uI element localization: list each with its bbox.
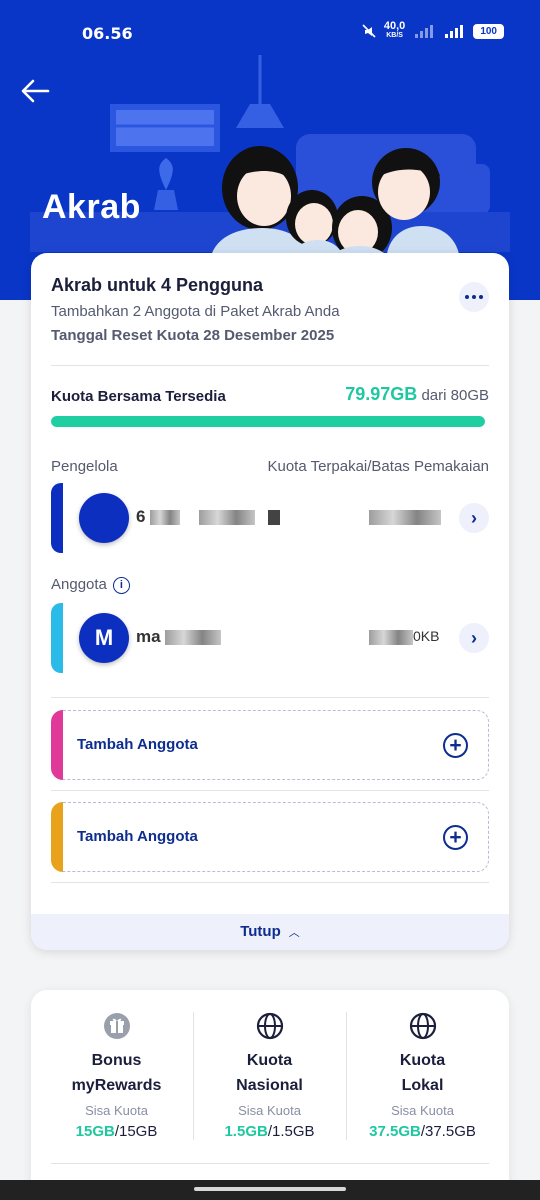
quota-item-title: Kuota Lokal [346,1048,499,1098]
member-row[interactable]: M ma 0KB › [51,603,489,673]
redacted-text [369,509,441,525]
member-usage: 0KB [369,628,439,645]
shared-quota-progress [51,416,485,427]
shared-quota-progress-fill [51,416,485,427]
divider [51,1163,489,1164]
info-icon[interactable]: i [112,576,130,594]
redacted-text [198,510,255,526]
avatar [79,493,129,543]
quota-remaining: 37.5GB [369,1123,421,1140]
quota-item-local[interactable]: Kuota Lokal Sisa Kuota 37.5GB/37.5GB [346,1012,499,1140]
quota-breakdown-card: Bonus myRewards Sisa Kuota 15GB/15GB Kuo… [31,990,509,1200]
mute-icon [362,24,376,38]
globe-icon [409,1012,436,1040]
plan-title: Akrab untuk 4 Pengguna [51,275,264,295]
add-member-label: Tambah Anggota [77,736,198,753]
quota-item-title-line2: Lokal [401,1077,444,1094]
more-options-button[interactable] [459,282,489,312]
system-navigation-bar [0,1180,540,1200]
quota-total: /37.5GB [420,1123,476,1140]
collapse-label: Tutup [240,923,281,940]
quota-item-value: 1.5GB/1.5GB [193,1123,346,1140]
member-name: ma [136,627,222,647]
battery-indicator: 100 [473,23,504,39]
member-accent-bar [51,603,63,673]
divider [51,790,489,791]
quota-item-sub: Sisa Kuota [391,1103,454,1118]
network-speed: 40,0 KB/S [384,21,405,40]
divider [51,697,489,698]
manager-phone-number: 6 [136,507,280,527]
plan-subtitle: Tambahkan 2 Anggota di Paket Akrab Anda [51,303,340,320]
quota-item-title-line1: Kuota [399,1052,446,1069]
quota-item-title-line1: Kuota [246,1052,293,1069]
quota-total: /1.5GB [267,1123,315,1140]
member-name-visible-prefix: ma [136,627,161,646]
back-arrow-icon[interactable] [20,78,52,104]
quota-item-title-line2: myRewards [71,1077,162,1094]
network-speed-unit: KB/S [386,32,403,39]
quota-item-national[interactable]: Kuota Nasional Sisa Kuota 1.5GB/1.5GB [193,1012,346,1140]
add-slot-accent-bar [51,710,63,780]
quota-item-value: 15GB/15GB [40,1123,193,1140]
add-circle-icon[interactable]: + [443,733,468,758]
quota-item-bonus[interactable]: Bonus myRewards Sisa Kuota 15GB/15GB [40,1012,193,1140]
manager-section-label: Pengelola [51,458,118,475]
redacted-text [165,630,222,646]
more-dot-icon [465,295,469,299]
chevron-up-icon: ︿ [288,927,300,939]
gift-icon [103,1013,130,1039]
add-circle-icon[interactable]: + [443,825,468,850]
home-gesture-handle[interactable] [194,1187,346,1191]
add-slot-accent-bar [51,802,63,872]
status-time: 06.56 [82,24,133,43]
divider [51,365,489,366]
more-dot-icon [479,295,483,299]
manager-usage [369,508,441,525]
redacted-text [369,629,413,645]
quota-remaining: 15GB [75,1123,115,1140]
member-usage-visible-suffix: 0KB [413,628,440,644]
add-member-label: Tambah Anggota [77,828,198,845]
members-section-label-text: Anggota [51,576,107,593]
family-plan-card: Akrab untuk 4 Pengguna Tambahkan 2 Anggo… [31,253,509,950]
divider [51,882,489,883]
redacted-text [267,510,280,526]
collapse-button[interactable]: Tutup ︿ [31,914,509,950]
manager-accent-bar [51,483,63,553]
quota-item-sub: Sisa Kuota [85,1103,148,1118]
quota-item-value: 37.5GB/37.5GB [346,1123,499,1140]
quota-item-sub: Sisa Kuota [238,1103,301,1118]
chevron-right-icon[interactable]: › [459,623,489,653]
quota-item-title: Bonus myRewards [40,1048,193,1098]
quota-item-title-line1: Bonus [91,1052,142,1069]
page-title: Akrab [42,188,141,226]
redacted-text [150,510,181,526]
status-bar: 06.56 40,0 KB/S 100 [0,0,540,66]
shared-quota-available: 79.97GB [345,384,418,404]
shared-quota-amount: 79.97GB dari 80GB [345,384,489,405]
status-icons: 40,0 KB/S 100 [362,21,504,40]
signal-icon [415,25,434,38]
more-dot-icon [472,295,476,299]
manager-phone-visible-prefix: 6 [136,507,146,526]
shared-quota-label: Kuota Bersama Tersedia [51,388,226,405]
quota-remaining: 1.5GB [224,1123,268,1140]
quota-reset-date: Tanggal Reset Kuota 28 Desember 2025 [51,327,335,344]
add-member-slot[interactable]: Tambah Anggota + [51,710,489,780]
manager-row[interactable]: 6 › [51,483,489,553]
quota-item-title-line2: Nasional [236,1077,303,1094]
add-member-slot[interactable]: Tambah Anggota + [51,802,489,872]
globe-icon [256,1012,283,1040]
members-section-label: Anggota i [51,576,130,594]
shared-quota-total: dari 80GB [421,387,489,404]
avatar: M [79,613,129,663]
chevron-right-icon[interactable]: › [459,503,489,533]
usage-column-header: Kuota Terpakai/Batas Pemakaian [267,458,489,475]
signal-4g-icon [445,25,464,38]
quota-item-title: Kuota Nasional [193,1048,346,1098]
quota-total: /15GB [114,1123,158,1140]
